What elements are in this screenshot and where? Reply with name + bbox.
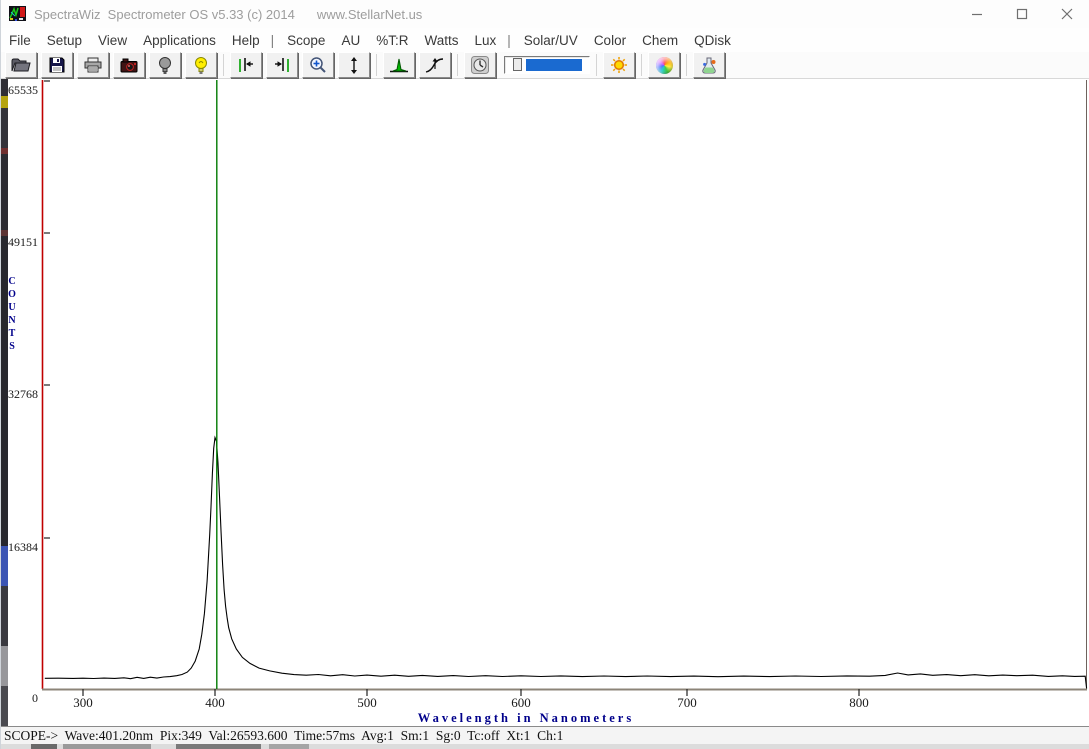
print-button[interactable] <box>77 52 109 78</box>
autoscale-y-icon <box>346 56 362 75</box>
menu-separator: | <box>503 33 515 48</box>
integration-time-slider[interactable] <box>504 56 590 74</box>
menu-item-help[interactable]: Help <box>225 31 267 50</box>
snapshot-camera-button[interactable] <box>113 52 145 78</box>
x-tick-label: 400 <box>205 695 225 711</box>
x-tick-label: 300 <box>73 695 93 711</box>
x-tick-label: 800 <box>849 695 869 711</box>
cursor-right-icon <box>272 56 292 74</box>
plot-area[interactable] <box>1 79 1089 726</box>
toolbar <box>1 52 1089 79</box>
toolbar-separator <box>641 54 642 76</box>
x-tick-label: 500 <box>357 695 377 711</box>
y-tick-label: 32768 <box>2 387 38 401</box>
slider-fill <box>526 59 582 71</box>
toolbar-separator <box>457 54 458 76</box>
y-tick-label: 65535 <box>2 83 38 97</box>
menu-item-scope[interactable]: Scope <box>280 31 332 50</box>
menu-item-qdisk[interactable]: QDisk <box>687 31 738 50</box>
lamp-off-icon <box>158 56 172 75</box>
scope-peak-icon <box>389 56 409 74</box>
menu-item-file[interactable]: File <box>2 31 38 50</box>
status-text: SCOPE-> Wave:401.20nm Pix:349 Val:26593.… <box>1 728 563 744</box>
y-axis-title-letter: N <box>6 315 18 327</box>
toolbar-separator <box>376 54 377 76</box>
menu-item-applications[interactable]: Applications <box>136 31 223 50</box>
menu-item--t-r[interactable]: %T:R <box>369 31 415 50</box>
menu-item-lux[interactable]: Lux <box>467 31 503 50</box>
window-title: SpectraWiz Spectrometer OS v5.33 (c) 201… <box>34 7 295 22</box>
cursor-left-icon <box>236 56 256 74</box>
open-file-icon <box>11 57 31 73</box>
y-axis-title-letter: T <box>6 328 18 340</box>
cursor-right-button[interactable] <box>266 52 298 78</box>
slider-thumb[interactable] <box>513 58 522 71</box>
snapshot-camera-icon <box>120 58 138 73</box>
minimize-button[interactable] <box>954 0 999 28</box>
minimize-icon <box>971 8 983 20</box>
lamp-on-button[interactable] <box>185 52 217 78</box>
spectrum-trace <box>45 438 1087 689</box>
menu-item-view[interactable]: View <box>91 31 134 50</box>
title-bar: SpectraWiz Spectrometer OS v5.33 (c) 201… <box>1 0 1089 28</box>
maximize-button[interactable] <box>999 0 1044 28</box>
maximize-icon <box>1016 8 1028 20</box>
zoom-in-button[interactable] <box>302 52 334 78</box>
cursor-left-button[interactable] <box>230 52 262 78</box>
window-title-site: www.StellarNet.us <box>317 7 422 22</box>
save-file-button[interactable] <box>41 52 73 78</box>
color-sphere-icon <box>656 57 673 74</box>
reference-curve-icon <box>425 56 445 74</box>
background-taskbar-sliver <box>1 744 1089 749</box>
solar-sun-button[interactable] <box>603 52 635 78</box>
menu-item-chem[interactable]: Chem <box>635 31 685 50</box>
autoscale-y-button[interactable] <box>338 52 370 78</box>
close-icon <box>1061 8 1073 20</box>
toolbar-separator <box>686 54 687 76</box>
integration-clock-button[interactable] <box>464 52 496 78</box>
spectrawiz-window: SpectraWiz Spectrometer OS v5.33 (c) 201… <box>0 0 1089 749</box>
lamp-on-icon <box>194 56 208 75</box>
toolbar-separator <box>223 54 224 76</box>
spectrum-chart: 65535 49151 32768 16384 0 300 400 500 600 700 800… <box>1 79 1089 726</box>
menu-item-color[interactable]: Color <box>587 31 633 50</box>
menu-bar: FileSetupViewApplicationsHelp|ScopeAU%T:… <box>1 28 1089 52</box>
toolbar-separator <box>596 54 597 76</box>
open-file-button[interactable] <box>5 52 37 78</box>
reference-curve-button[interactable] <box>419 52 451 78</box>
menu-separator: | <box>267 33 279 48</box>
chem-flask-icon <box>700 56 718 74</box>
y-axis-title-letter: S <box>6 341 18 353</box>
menu-item-watts[interactable]: Watts <box>417 31 465 50</box>
chem-analysis-button[interactable] <box>693 52 725 78</box>
status-bar: SCOPE-> Wave:401.20nm Pix:349 Val:26593.… <box>1 726 1089 744</box>
y-axis-title-letter: U <box>6 302 18 314</box>
print-icon <box>84 57 102 73</box>
save-file-icon <box>49 57 65 73</box>
y-tick-label: 16384 <box>2 540 38 554</box>
y-tick-label: 49151 <box>2 235 38 249</box>
y-axis-title-letter: O <box>6 289 18 301</box>
axis-ticks <box>44 81 859 696</box>
x-tick-label: 700 <box>677 695 697 711</box>
x-axis-title: Wavelength in Nanometers <box>341 711 711 726</box>
x-tick-label: 600 <box>511 695 531 711</box>
close-button[interactable] <box>1044 0 1089 28</box>
scope-peak-button[interactable] <box>383 52 415 78</box>
menu-item-solar-uv[interactable]: Solar/UV <box>517 31 585 50</box>
menu-item-setup[interactable]: Setup <box>40 31 89 50</box>
lamp-off-button[interactable] <box>149 52 181 78</box>
color-measure-button[interactable] <box>648 52 680 78</box>
app-logo-icon <box>9 6 26 22</box>
menu-item-au[interactable]: AU <box>334 31 367 50</box>
y-tick-label: 0 <box>2 691 38 705</box>
zoom-in-icon <box>309 56 327 74</box>
solar-sun-icon <box>610 56 628 74</box>
y-axis-title-letter: C <box>6 276 18 288</box>
integration-clock-icon <box>471 56 489 74</box>
